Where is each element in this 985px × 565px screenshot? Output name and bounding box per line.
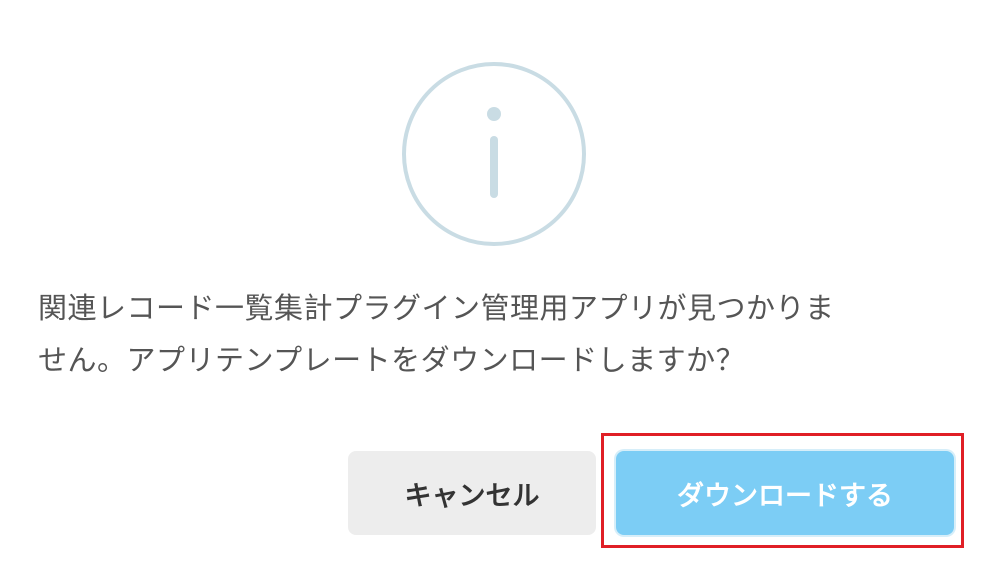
info-icon [402,62,586,246]
confirm-dialog: 関連レコード一覧集計プラグイン管理用アプリが見つかりま せん。アプリテンプレートを… [0,0,985,565]
cancel-button[interactable]: キャンセル [348,451,596,535]
message-line-1: 関連レコード一覧集計プラグイン管理用アプリが見つかりま [38,291,835,325]
message-line-2: せん。アプリテンプレートをダウンロードしますか？ [38,343,746,377]
download-button[interactable]: ダウンロードする [616,451,954,535]
dialog-message: 関連レコード一覧集計プラグイン管理用アプリが見つかりま せん。アプリテンプレートを… [38,282,958,386]
